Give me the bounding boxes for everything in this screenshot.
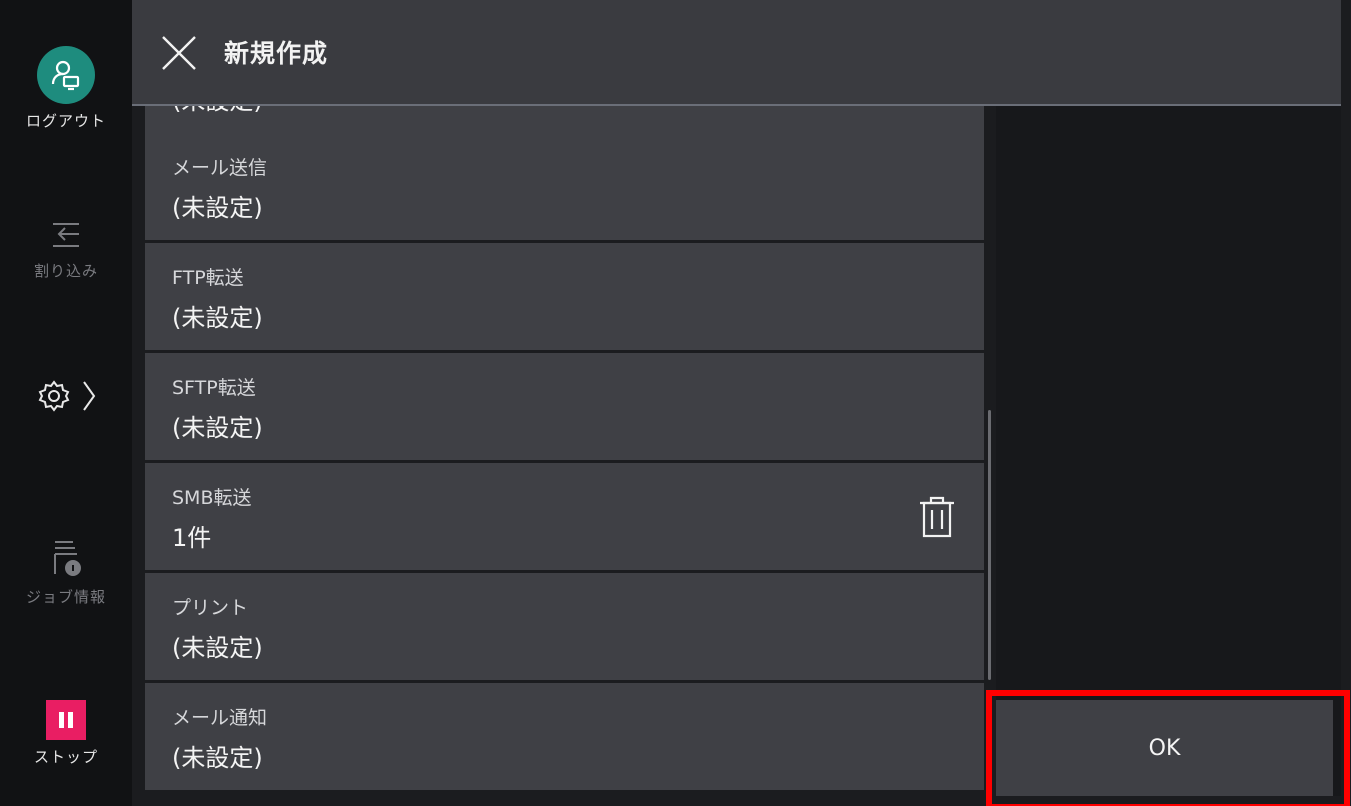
list-item-email-notify[interactable]: メール通知 (未設定) — [145, 683, 984, 790]
list-item-value: (未設定) — [172, 304, 263, 332]
screen: ログアウト 割り込み ジョブ情報 ストップ 新規作成 メール送信 (未設定) F… — [0, 0, 1351, 806]
interrupt-label: 割り込み — [33, 262, 98, 280]
stop-label: ストップ — [33, 748, 98, 766]
header-bar: 新規作成 — [132, 0, 1341, 106]
job-info-label: ジョブ情報 — [25, 588, 106, 606]
pause-icon — [46, 700, 86, 740]
list-item-sftp[interactable]: SFTP転送 (未設定) — [145, 353, 984, 460]
list-item-label: SFTP転送 — [172, 377, 256, 399]
list-item-value: 1件 — [172, 524, 212, 552]
stop-button[interactable]: ストップ — [0, 700, 132, 767]
user-icon — [37, 46, 95, 104]
list-item-label: FTP転送 — [172, 267, 244, 289]
list-item-label: メール送信 — [172, 157, 268, 179]
logout-label: ログアウト — [25, 112, 106, 130]
chevron-right-icon — [82, 378, 96, 418]
list-item-value: (未設定) — [172, 414, 263, 442]
trash-icon[interactable] — [917, 495, 957, 539]
list-item-value: (未設定) — [172, 744, 263, 772]
list-item-label: メール通知 — [172, 707, 268, 729]
list-scrollbar[interactable] — [988, 410, 991, 680]
list-item-value: (未設定) — [172, 194, 263, 222]
gear-icon — [36, 378, 72, 418]
list-item-label: SMB転送 — [172, 487, 252, 509]
page-title: 新規作成 — [224, 39, 329, 68]
interrupt-icon — [49, 220, 83, 254]
list-item-value: (未設定) — [172, 106, 263, 116]
list-item-smb[interactable]: SMB転送 1件 — [145, 463, 984, 570]
job-info-icon — [49, 536, 83, 580]
list-item-value: (未設定) — [172, 634, 263, 662]
list-item-label: プリント — [172, 597, 249, 619]
logout-button[interactable]: ログアウト — [0, 46, 132, 131]
close-icon[interactable] — [160, 34, 198, 72]
ok-button[interactable]: OK — [996, 700, 1333, 796]
interrupt-button[interactable]: 割り込み — [0, 220, 132, 281]
list-item-ftp[interactable]: FTP転送 (未設定) — [145, 243, 984, 350]
left-rail: ログアウト 割り込み ジョブ情報 ストップ — [0, 0, 132, 806]
job-info-button[interactable]: ジョブ情報 — [0, 536, 132, 607]
settings-button[interactable] — [0, 378, 132, 418]
list-item-partial[interactable]: (未設定) — [145, 106, 984, 133]
destination-list: (未設定) メール送信 (未設定) FTP転送 (未設定) SFTP転送 (未設… — [145, 106, 984, 796]
list-item-print[interactable]: プリント (未設定) — [145, 573, 984, 680]
list-item-email-send[interactable]: メール送信 (未設定) — [145, 133, 984, 240]
